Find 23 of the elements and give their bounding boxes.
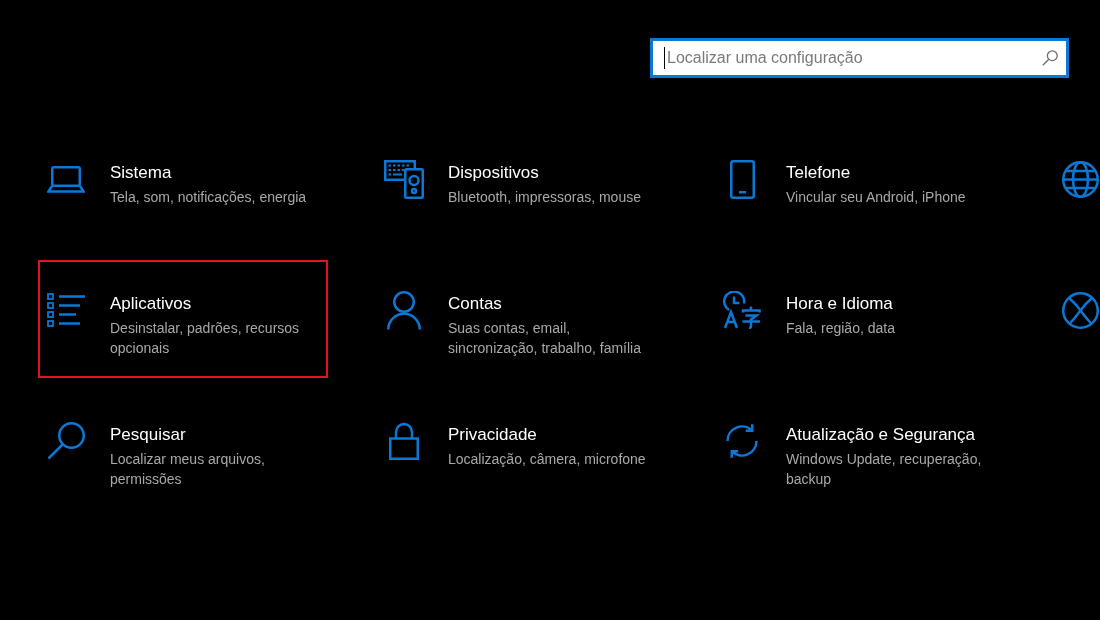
settings-category[interactable]: Hora e Idioma Fala, região, data <box>714 260 1004 378</box>
x-sphere-icon <box>1062 291 1099 329</box>
keyboard-speaker-icon <box>384 159 424 199</box>
lock-icon <box>389 422 419 460</box>
settings-category[interactable]: Privacidade Localização, câmera, microfone <box>376 391 666 509</box>
settings-category[interactable]: Contas Suas contas, email, sincronização, trabalho, família <box>376 260 666 378</box>
text-cursor-icon <box>664 47 665 69</box>
settings-category[interactable]: Aplicativos Desinstalar, padrões, recursos opcionais <box>38 260 328 378</box>
clock-letters-icon <box>723 291 761 329</box>
search-field[interactable]: Localizar uma configuração <box>650 38 1069 78</box>
settings-category[interactable]: Pesquisar Localizar meus arquivos, permissões <box>38 391 328 509</box>
search-icon <box>1042 50 1058 66</box>
person-icon <box>387 290 421 330</box>
settings-category[interactable]: Dispositivos Bluetooth, impressoras, mouse <box>376 129 666 247</box>
laptop-icon <box>47 165 85 193</box>
phone-icon <box>729 159 755 199</box>
search-icon <box>47 422 85 460</box>
settings-category[interactable]: Telefone Vincular seu Android, iPhone <box>714 129 1004 247</box>
settings-category[interactable]: Atualização e Segurança Windows Update, recuperação, backup <box>714 391 1004 509</box>
list-icon <box>47 292 85 328</box>
settings-category[interactable]: Sistema Tela, som, notificações, energia <box>38 129 328 247</box>
globe-icon <box>1062 160 1099 198</box>
sync-icon <box>723 423 761 459</box>
